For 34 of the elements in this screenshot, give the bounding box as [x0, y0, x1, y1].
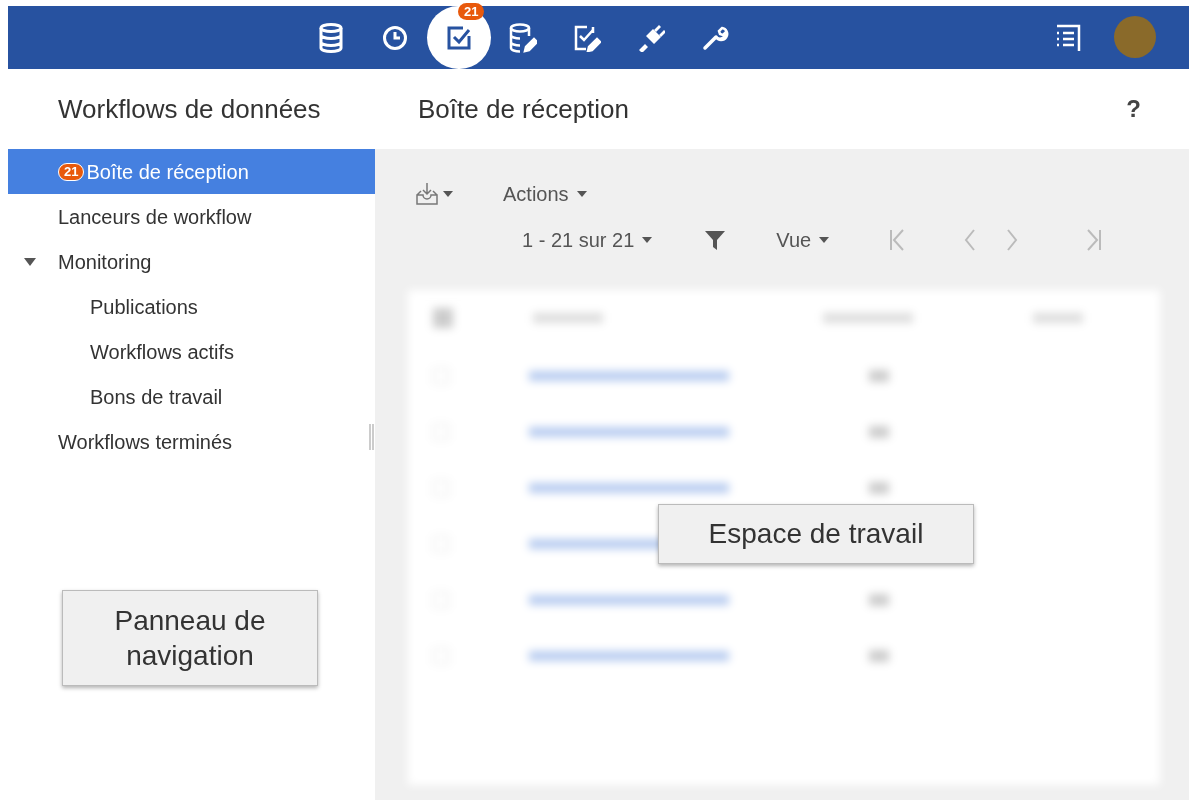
caret-icon: [576, 191, 587, 197]
sidebar-item[interactable]: 21 Boîte de réception: [8, 149, 375, 194]
workspace-callout: Espace de travail: [658, 504, 974, 564]
help-button[interactable]: ?: [1126, 91, 1141, 127]
checkbox-button[interactable]: 21: [427, 6, 491, 69]
navigation-callout: Panneau de navigation: [62, 590, 318, 686]
sidebar-item[interactable]: Monitoring: [8, 239, 375, 284]
view-menu[interactable]: Vue: [776, 225, 830, 255]
range-menu[interactable]: 1 - 21 sur 21: [522, 225, 653, 255]
list-icon: [1055, 24, 1081, 52]
splitter-handle-icon[interactable]: [369, 424, 374, 450]
count-badge: 21: [58, 162, 85, 181]
filter-icon[interactable]: [704, 229, 727, 251]
actions-menu[interactable]: Actions: [503, 179, 587, 209]
checkbox-icon: [446, 24, 472, 51]
caret-icon: [443, 191, 453, 197]
sidebar-title: Workflows de données: [57, 92, 322, 126]
count-badge: 21: [458, 3, 485, 20]
plug-icon: [637, 23, 665, 52]
caret-icon: [642, 237, 653, 243]
sidebar-item[interactable]: Lanceurs de workflow: [8, 194, 375, 239]
sidebar-item[interactable]: Publications: [8, 284, 375, 329]
checklist-edit-icon: [573, 23, 601, 52]
workspace-title: Boîte de réception: [417, 92, 630, 126]
sidebar-item[interactable]: Workflows actifs: [8, 329, 375, 374]
sidebar-item[interactable]: Workflows terminés: [8, 419, 375, 464]
expand-caret-icon[interactable]: [24, 258, 36, 266]
caret-icon: [819, 237, 830, 243]
database-icon: [318, 22, 344, 53]
sidebar-item[interactable]: Bons de travail: [8, 374, 375, 419]
database-edit-icon: [509, 22, 537, 53]
inbox-download-icon: [415, 182, 439, 206]
clock-icon: [382, 24, 408, 51]
download-button[interactable]: [415, 182, 453, 206]
